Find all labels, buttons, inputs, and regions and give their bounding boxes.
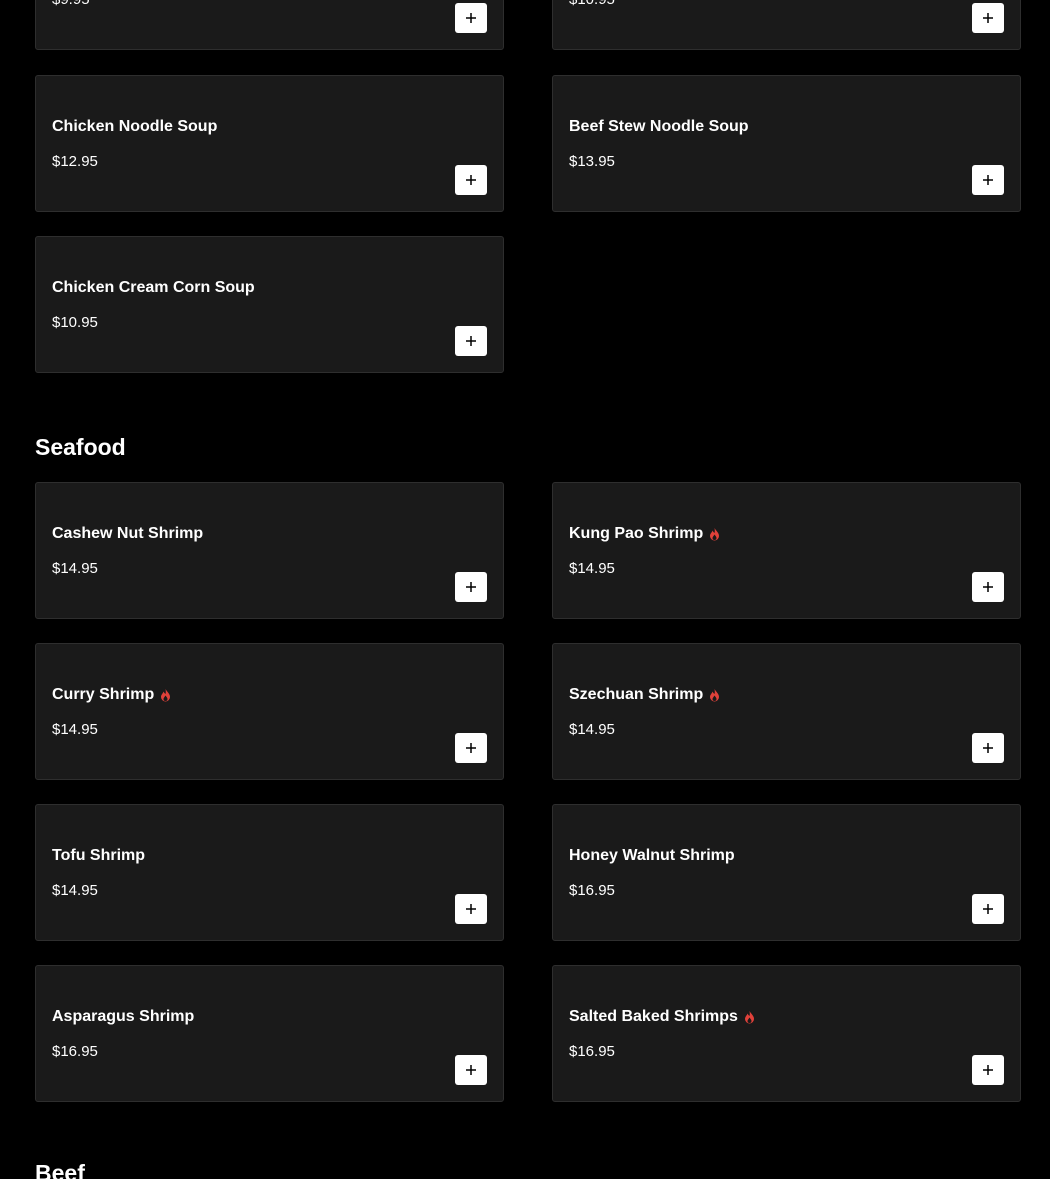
item-name-text: Kung Pao Shrimp	[569, 525, 704, 542]
item-name-text: Chicken Noodle Soup	[52, 118, 218, 135]
item-price: $16.95	[52, 1043, 98, 1060]
flame-icon	[744, 1011, 754, 1024]
add-item-button[interactable]	[455, 3, 487, 33]
item-price: $10.95	[569, 0, 615, 8]
item-name-text: Asparagus Shrimp	[52, 1008, 195, 1025]
item-name-text: Curry Shrimp	[52, 686, 155, 703]
menu-item-card[interactable]: Chicken Noodle Soup $12.95	[35, 75, 504, 212]
plus-icon	[466, 904, 476, 914]
item-price: $13.95	[569, 153, 615, 170]
menu-item-card[interactable]: Chicken Cream Corn Soup $10.95	[35, 236, 504, 373]
add-item-button[interactable]	[972, 1055, 1004, 1085]
item-name: Honey Walnut Shrimp	[569, 847, 735, 865]
flame-icon	[710, 528, 720, 541]
menu-item-card[interactable]: $9.95	[35, 0, 504, 50]
menu-item-card[interactable]: Honey Walnut Shrimp $16.95	[552, 804, 1021, 941]
menu-item-card[interactable]: Asparagus Shrimp $16.95	[35, 965, 504, 1102]
plus-icon	[466, 13, 476, 23]
item-price: $9.95	[52, 0, 90, 8]
menu-item-card[interactable]: Beef Stew Noodle Soup $13.95	[552, 75, 1021, 212]
item-name-text: Salted Baked Shrimps	[569, 1008, 738, 1025]
item-name: Chicken Noodle Soup	[52, 118, 217, 136]
item-name-text: Cashew Nut Shrimp	[52, 525, 204, 542]
add-item-button[interactable]	[455, 165, 487, 195]
item-price: $14.95	[52, 721, 98, 738]
section-title-seafood: Seafood	[35, 434, 126, 460]
menu-item-card[interactable]: Kung Pao Shrimp $14.95	[552, 482, 1021, 619]
add-item-button[interactable]	[972, 894, 1004, 924]
add-item-button[interactable]	[972, 733, 1004, 763]
add-item-button[interactable]	[972, 3, 1004, 33]
plus-icon	[983, 175, 993, 185]
menu-item-card[interactable]: Cashew Nut Shrimp $14.95	[35, 482, 504, 619]
add-item-button[interactable]	[455, 1055, 487, 1085]
item-name: Chicken Cream Corn Soup	[52, 279, 255, 297]
item-name: Curry Shrimp	[52, 686, 172, 704]
item-price: $14.95	[569, 560, 615, 577]
plus-icon	[983, 13, 993, 23]
plus-icon	[466, 336, 476, 346]
item-name-text: Tofu Shrimp	[52, 847, 146, 864]
item-price: $10.95	[52, 314, 98, 331]
item-name-text: Beef Stew Noodle Soup	[569, 118, 749, 135]
item-price: $12.95	[52, 153, 98, 170]
plus-icon	[983, 743, 993, 753]
item-name-text: Honey Walnut Shrimp	[569, 847, 735, 864]
menu-item-card[interactable]: Curry Shrimp $14.95	[35, 643, 504, 780]
plus-icon	[466, 175, 476, 185]
item-price: $14.95	[569, 721, 615, 738]
item-name: Kung Pao Shrimp	[569, 525, 721, 543]
item-name: Cashew Nut Shrimp	[52, 525, 203, 543]
add-item-button[interactable]	[455, 894, 487, 924]
menu-item-card[interactable]: Salted Baked Shrimps $16.95	[552, 965, 1021, 1102]
menu-page: $9.95 $10.95 Chicken Noodle Soup $12.95 …	[0, 0, 1050, 1179]
item-name: Szechuan Shrimp	[569, 686, 721, 704]
item-name: Asparagus Shrimp	[52, 1008, 194, 1026]
item-name: Beef Stew Noodle Soup	[569, 118, 749, 136]
flame-icon	[710, 689, 720, 702]
menu-item-card[interactable]: Szechuan Shrimp $14.95	[552, 643, 1021, 780]
plus-icon	[466, 743, 476, 753]
add-item-button[interactable]	[972, 572, 1004, 602]
item-name-text: Szechuan Shrimp	[569, 686, 704, 703]
plus-icon	[983, 1065, 993, 1075]
add-item-button[interactable]	[455, 733, 487, 763]
add-item-button[interactable]	[455, 326, 487, 356]
item-price: $14.95	[52, 560, 98, 577]
item-name: Salted Baked Shrimps	[569, 1008, 756, 1026]
plus-icon	[983, 904, 993, 914]
item-price: $16.95	[569, 1043, 615, 1060]
plus-icon	[466, 1065, 476, 1075]
item-price: $14.95	[52, 882, 98, 899]
menu-item-card[interactable]: $10.95	[552, 0, 1021, 50]
item-name-text: Chicken Cream Corn Soup	[52, 279, 255, 296]
section-title-beef: Beef	[35, 1160, 85, 1179]
plus-icon	[983, 582, 993, 592]
item-price: $16.95	[569, 882, 615, 899]
flame-icon	[161, 689, 171, 702]
item-name: Tofu Shrimp	[52, 847, 145, 865]
add-item-button[interactable]	[455, 572, 487, 602]
plus-icon	[466, 582, 476, 592]
add-item-button[interactable]	[972, 165, 1004, 195]
menu-item-card[interactable]: Tofu Shrimp $14.95	[35, 804, 504, 941]
